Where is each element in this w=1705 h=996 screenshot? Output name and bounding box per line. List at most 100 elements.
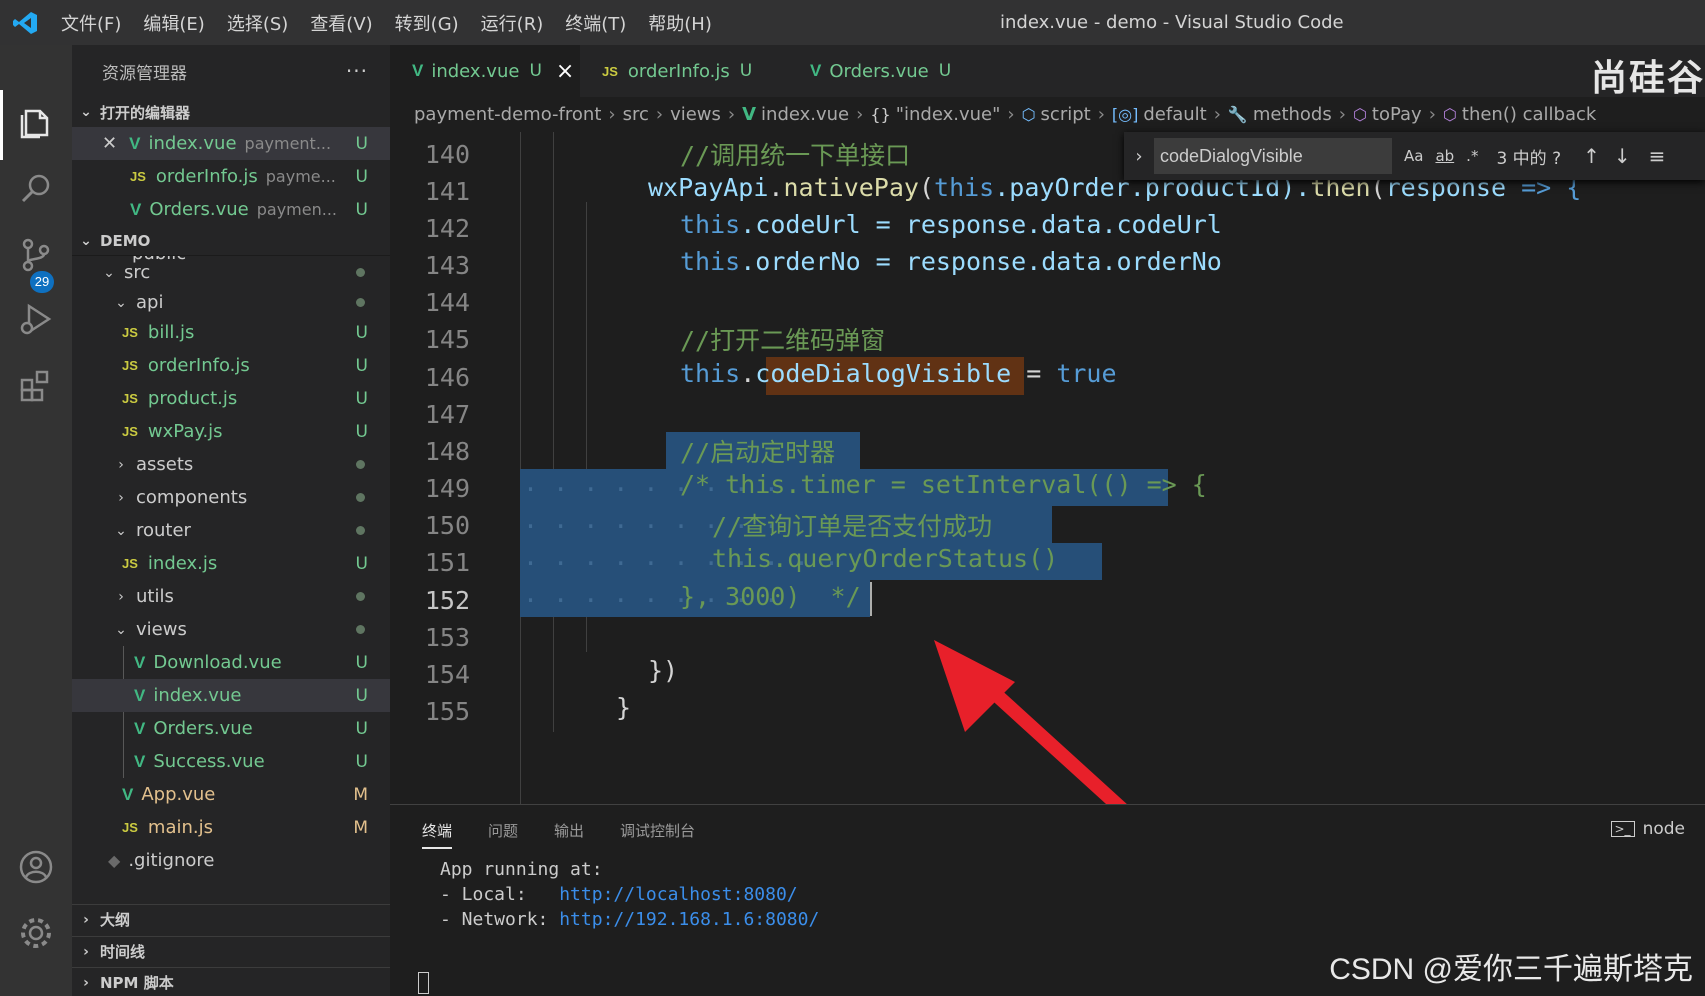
code-token: true bbox=[1056, 359, 1117, 388]
tree-file-download-vue[interactable]: V Download.vue U bbox=[72, 646, 390, 679]
line-number: 143 bbox=[424, 251, 470, 280]
tree-file-success-vue[interactable]: V Success.vue U bbox=[72, 745, 390, 778]
breadcrumb-topay[interactable]: toPay bbox=[1372, 104, 1422, 125]
npm-scripts-header[interactable]: › NPM 脚本 bbox=[72, 967, 390, 996]
menu-terminal[interactable]: 终端(T) bbox=[554, 10, 637, 36]
menu-edit[interactable]: 编辑(E) bbox=[132, 10, 215, 36]
menu-help[interactable]: 帮助(H) bbox=[637, 10, 723, 36]
open-editors-label: 打开的编辑器 bbox=[100, 103, 191, 122]
use-regex-toggle[interactable]: .* bbox=[1466, 147, 1478, 165]
network-url-link[interactable]: http://192.168.1.6:8080/ bbox=[559, 909, 819, 930]
menu-file[interactable]: 文件(F) bbox=[50, 10, 132, 36]
editor-tab-bar: V index.vue U × JS orderInfo.js U V Orde… bbox=[390, 45, 1705, 99]
chevron-down-icon: ⌄ bbox=[80, 232, 92, 249]
menu-selection[interactable]: 选择(S) bbox=[216, 10, 299, 36]
terminal-line: - Network: http://192.168.1.6:8080/ bbox=[440, 907, 1705, 932]
settings-gear-icon[interactable] bbox=[14, 911, 58, 955]
chevron-right-icon: › bbox=[118, 456, 124, 473]
match-whole-word-toggle[interactable]: ab bbox=[1435, 147, 1454, 165]
vue-file-icon: V bbox=[122, 784, 134, 804]
tab-git-status: U bbox=[938, 61, 952, 81]
tree-file-orderinfo-js[interactable]: JS orderInfo.js U bbox=[72, 349, 390, 382]
tree-folder-src[interactable]: ⌄ src bbox=[72, 256, 390, 289]
chevron-down-icon: ⌄ bbox=[115, 621, 127, 638]
find-in-selection-icon[interactable]: ≡ bbox=[1649, 144, 1666, 168]
tree-file-views-index-vue[interactable]: V index.vue U bbox=[72, 679, 390, 712]
more-actions-icon[interactable]: ··· bbox=[346, 59, 368, 83]
breadcrumb-methods[interactable]: methods bbox=[1253, 104, 1332, 125]
tab-close-icon[interactable]: × bbox=[556, 59, 574, 84]
code-line-149: /* this.timer = setInterval(() => { bbox=[680, 470, 1207, 499]
tree-label: orderInfo.js bbox=[147, 355, 250, 376]
outline-header[interactable]: › 大纲 bbox=[72, 904, 390, 934]
next-match-icon[interactable]: ↓ bbox=[1614, 144, 1631, 168]
breadcrumb-callback[interactable]: then() callback bbox=[1462, 104, 1596, 125]
chevron-right-icon: › bbox=[608, 104, 616, 125]
tree-file-bill-js[interactable]: JS bill.js U bbox=[72, 316, 390, 349]
tab-terminal[interactable]: 终端 bbox=[422, 805, 453, 857]
variable-icon: [◎] bbox=[1111, 105, 1139, 124]
breadcrumb-project[interactable]: payment-demo-front bbox=[414, 104, 601, 125]
open-editor-path: paymen... bbox=[256, 200, 337, 219]
tree-file-app-vue[interactable]: V App.vue M bbox=[72, 778, 390, 811]
tree-file-wxpay-js[interactable]: JS wxPay.js U bbox=[72, 415, 390, 448]
git-status: U bbox=[355, 322, 368, 343]
tab-output[interactable]: 输出 bbox=[554, 805, 584, 857]
tree-folder-utils[interactable]: › utils bbox=[72, 580, 390, 613]
files-icon[interactable] bbox=[14, 100, 58, 144]
tree-file-product-js[interactable]: JS product.js U bbox=[72, 382, 390, 415]
breadcrumb-file[interactable]: index.vue bbox=[761, 104, 849, 125]
extensions-icon[interactable] bbox=[14, 363, 58, 407]
tab-debug-console[interactable]: 调试控制台 bbox=[620, 805, 695, 857]
chevron-right-icon: › bbox=[655, 104, 664, 125]
tab-orderinfo-js[interactable]: JS orderInfo.js U bbox=[580, 45, 780, 97]
open-editor-orders-vue[interactable]: V Orders.vue paymen... U bbox=[72, 193, 390, 226]
menu-run[interactable]: 运行(R) bbox=[470, 10, 555, 36]
git-status: M bbox=[353, 784, 368, 805]
run-debug-icon[interactable] bbox=[14, 297, 58, 341]
local-url-link[interactable]: http://localhost:8080/ bbox=[559, 884, 797, 905]
open-editor-orderinfo-js[interactable]: JS orderInfo.js payme... U bbox=[72, 160, 390, 193]
source-control-icon[interactable] bbox=[14, 233, 58, 277]
breadcrumb-views[interactable]: views bbox=[670, 104, 721, 125]
demo-folder-header[interactable]: ⌄ DEMO bbox=[72, 226, 390, 256]
close-icon[interactable]: ✕ bbox=[102, 133, 117, 154]
active-indicator bbox=[0, 90, 3, 160]
find-input[interactable] bbox=[1154, 138, 1392, 174]
tree-file-main-js[interactable]: JS main.js M bbox=[72, 811, 390, 844]
code-line-143: this.orderNo = response.data.orderNo bbox=[680, 247, 1222, 276]
wrench-icon: 🔧 bbox=[1227, 105, 1248, 124]
open-editor-index-vue[interactable]: ✕ V index.vue payment... U bbox=[72, 127, 390, 160]
toggle-replace-chevron-icon[interactable]: › bbox=[1124, 146, 1154, 167]
breadcrumb-src[interactable]: src bbox=[623, 104, 649, 125]
chevron-right-icon: › bbox=[727, 104, 736, 125]
tree-folder-views[interactable]: ⌄ views bbox=[72, 613, 390, 646]
breadcrumb-module[interactable]: "index.vue" bbox=[896, 104, 1001, 125]
tree-folder-api[interactable]: ⌄ api bbox=[72, 286, 390, 319]
modified-dot bbox=[356, 493, 365, 502]
breadcrumb-default[interactable]: default bbox=[1143, 104, 1206, 125]
terminal-output[interactable]: App running at: - Local: http://localhos… bbox=[390, 857, 1705, 932]
open-editors-header[interactable]: ⌄ 打开的编辑器 bbox=[72, 97, 390, 127]
tree-folder-router[interactable]: ⌄ router bbox=[72, 514, 390, 547]
match-case-toggle[interactable]: Aa bbox=[1404, 147, 1423, 165]
previous-match-icon[interactable]: ↑ bbox=[1583, 144, 1600, 168]
tree-file-orders-vue[interactable]: V Orders.vue U bbox=[72, 712, 390, 745]
search-icon[interactable] bbox=[14, 167, 58, 211]
tree-folder-components[interactable]: › components bbox=[72, 481, 390, 514]
account-icon[interactable] bbox=[14, 845, 58, 889]
menu-view[interactable]: 查看(V) bbox=[299, 10, 383, 36]
tree-folder-assets[interactable]: › assets bbox=[72, 448, 390, 481]
timeline-header[interactable]: › 时间线 bbox=[72, 936, 390, 966]
tree-label: .gitignore bbox=[128, 850, 215, 871]
tree-file-router-index-js[interactable]: JS index.js U bbox=[72, 547, 390, 580]
menu-go[interactable]: 转到(G) bbox=[384, 10, 470, 36]
tab-problems[interactable]: 问题 bbox=[488, 805, 518, 857]
terminal-selector[interactable]: >_ node bbox=[1610, 819, 1685, 839]
breadcrumb-script[interactable]: script bbox=[1041, 104, 1091, 125]
tab-orders-vue[interactable]: V Orders.vue U bbox=[788, 45, 978, 97]
code-line-140: //调用统一下单接口 bbox=[680, 141, 911, 170]
tab-index-vue[interactable]: V index.vue U × bbox=[390, 45, 580, 97]
line-number: 147 bbox=[424, 400, 470, 429]
tree-file-gitignore[interactable]: ◆ .gitignore bbox=[72, 844, 390, 877]
